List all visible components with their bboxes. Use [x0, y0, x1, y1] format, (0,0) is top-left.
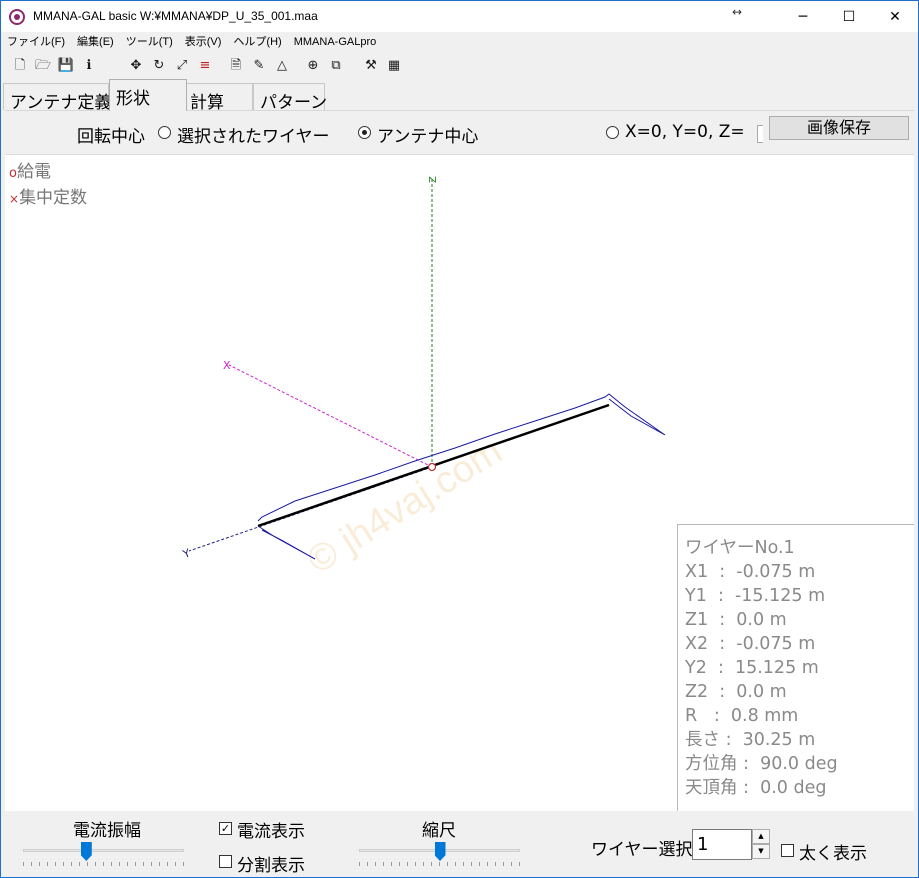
menu-bar: ファイル(F) 編集(E) ツール(T) 表示(V) ヘルプ(H) MMANA-… — [1, 32, 918, 52]
save-image-button[interactable]: 画像保存 — [769, 116, 909, 140]
open-folder-icon[interactable]: 🗁 — [34, 56, 52, 74]
origin-coordinate-field[interactable] — [757, 125, 763, 143]
toolbar: 🗋 🗁 💾 ℹ ✥ ↻ ⤢ ≡ 🗎 ✎ △ ⊕ ⧉ ⚒ ▦ — [1, 52, 918, 78]
menu-tools[interactable]: ツール(T) — [120, 33, 179, 51]
menu-view[interactable]: 表示(V) — [179, 33, 228, 51]
radio-antenna-center-label[interactable]: アンテナ中心 — [377, 122, 478, 147]
x-axis-line — [228, 364, 433, 468]
show-segments-label[interactable]: 分割表示 — [237, 851, 305, 876]
triangle-icon[interactable]: △ — [273, 56, 291, 74]
wire-info-length: 長さ : 30.25 m — [685, 730, 816, 750]
calculator-icon[interactable]: ▦ — [385, 56, 403, 74]
maximize-button[interactable]: ☐ — [826, 1, 872, 32]
current-amplitude-label: 電流振幅 — [73, 821, 141, 841]
wire-edit-icon[interactable]: ≡ — [196, 56, 214, 74]
tab-pattern[interactable]: パターン — [253, 83, 327, 113]
rotate-icon[interactable]: ↻ — [150, 56, 168, 74]
tools-icon[interactable]: ⚒ — [362, 56, 380, 74]
wire-info-title: ワイヤーNo.1 — [685, 538, 795, 558]
save-icon[interactable]: 💾 — [57, 56, 75, 74]
resize-icon[interactable]: ⤢ — [173, 56, 191, 74]
wire-info-x2: X2 : -0.075 m — [685, 634, 816, 654]
tab-bar: アンテナ定義 形状 計算 パターン — [1, 79, 918, 113]
x-axis-label: X — [223, 359, 231, 372]
menu-edit[interactable]: 編集(E) — [71, 33, 120, 51]
bold-display-label[interactable]: 太く表示 — [799, 839, 867, 864]
show-segments-checkbox[interactable] — [219, 855, 232, 868]
menu-gal-pro[interactable]: MMANA-GALpro — [288, 33, 383, 51]
bottom-controls: 電流振幅 ✓ 電流表示 分割表示 縮尺 ワイヤー選択 1 ▲ ▼ 太く表示 — [5, 811, 914, 876]
title-bar: MMANA-GAL basic W:¥MMANA¥DP_U_35_001.maa… — [1, 1, 918, 32]
radio-selected-wire[interactable] — [158, 126, 171, 139]
app-window: MMANA-GAL basic W:¥MMANA¥DP_U_35_001.maa… — [0, 0, 919, 878]
spin-up-button[interactable]: ▲ — [752, 829, 770, 844]
wire-info-azimuth: 方位角 : 90.0 deg — [685, 754, 838, 774]
resize-arrows-icon: ↔ — [732, 5, 743, 19]
current-amplitude-thumb[interactable] — [80, 842, 92, 861]
rotation-center-row: 回転中心 選択されたワイヤー アンテナ中心 X=0, Y=0, Z= 画像保存 — [5, 111, 914, 153]
current-distribution-end — [257, 525, 316, 560]
close-button[interactable]: ✕ — [872, 1, 918, 32]
menu-help[interactable]: ヘルプ(H) — [227, 33, 287, 51]
wire-info-x1: X1 : -0.075 m — [685, 562, 816, 582]
target-icon[interactable]: ⊕ — [304, 56, 322, 74]
new-file-icon[interactable]: 🗋 — [11, 56, 29, 74]
radio-selected-wire-label[interactable]: 選択されたワイヤー — [177, 122, 330, 147]
show-current-label[interactable]: 電流表示 — [237, 817, 305, 842]
wire-info-y1: Y1 : -15.125 m — [685, 586, 826, 606]
radio-origin-label[interactable]: X=0, Y=0, Z= — [625, 122, 745, 142]
current-amplitude-ticks — [23, 862, 184, 866]
scale-thumb[interactable] — [434, 842, 446, 861]
scale-ticks — [359, 862, 520, 866]
spin-down-button[interactable]: ▼ — [752, 844, 770, 859]
z-axis-label: Z — [428, 176, 439, 183]
bold-display-checkbox[interactable] — [781, 844, 794, 857]
wire-info-z2: Z2 : 0.0 m — [685, 682, 787, 702]
wire-info-y2: Y2 : 15.125 m — [685, 658, 819, 678]
wire-info-zenith: 天頂角 : 0.0 deg — [685, 778, 827, 798]
copy-icon[interactable]: ⧉ — [327, 56, 345, 74]
scale-label: 縮尺 — [422, 821, 456, 841]
tab-geometry[interactable]: 形状 — [109, 79, 187, 111]
app-logo-icon[interactable] — [9, 9, 25, 25]
move-icon[interactable]: ✥ — [127, 56, 145, 74]
menu-file[interactable]: ファイル(F) — [1, 33, 71, 51]
radio-origin[interactable] — [606, 126, 619, 139]
wire-select-input[interactable]: 1 — [692, 829, 752, 860]
wire-info-z1: Z1 : 0.0 m — [685, 610, 787, 630]
wire-info-box: ワイヤーNo.1 X1 : -0.075 m Y1 : -15.125 m Z1 : … — [677, 524, 914, 811]
tab-antenna-definition[interactable]: アンテナ定義 — [3, 83, 111, 113]
rotation-center-label: 回転中心 — [77, 127, 145, 147]
geometry-panel: 回転中心 選択されたワイヤー アンテナ中心 X=0, Y=0, Z= 画像保存 … — [5, 110, 914, 876]
document-icon[interactable]: 🗎 — [227, 56, 245, 74]
show-current-checkbox[interactable]: ✓ — [219, 822, 232, 835]
current-amplitude-slider[interactable] — [23, 849, 184, 852]
radio-antenna-center[interactable] — [358, 126, 371, 139]
minimize-button[interactable]: ─ — [780, 1, 826, 32]
window-title: MMANA-GAL basic W:¥MMANA¥DP_U_35_001.maa — [33, 9, 318, 23]
feed-point-marker[interactable] — [427, 462, 437, 472]
wire-info-radius: R : 0.8 mm — [685, 706, 799, 726]
wire-select-spinner: ▲ ▼ — [752, 829, 770, 860]
tab-calculation[interactable]: 計算 — [183, 83, 253, 113]
wire-select-label: ワイヤー選択 — [591, 840, 693, 860]
y-axis-label: Y — [180, 546, 192, 561]
info-icon[interactable]: ℹ — [80, 56, 98, 74]
pen-icon[interactable]: ✎ — [250, 56, 268, 74]
current-distribution-curve — [257, 393, 666, 522]
geometry-canvas[interactable]: o給電 ×集中定数 © jh4vaj.com Z X Y ワイヤーNo.1 X1… — [5, 154, 914, 811]
